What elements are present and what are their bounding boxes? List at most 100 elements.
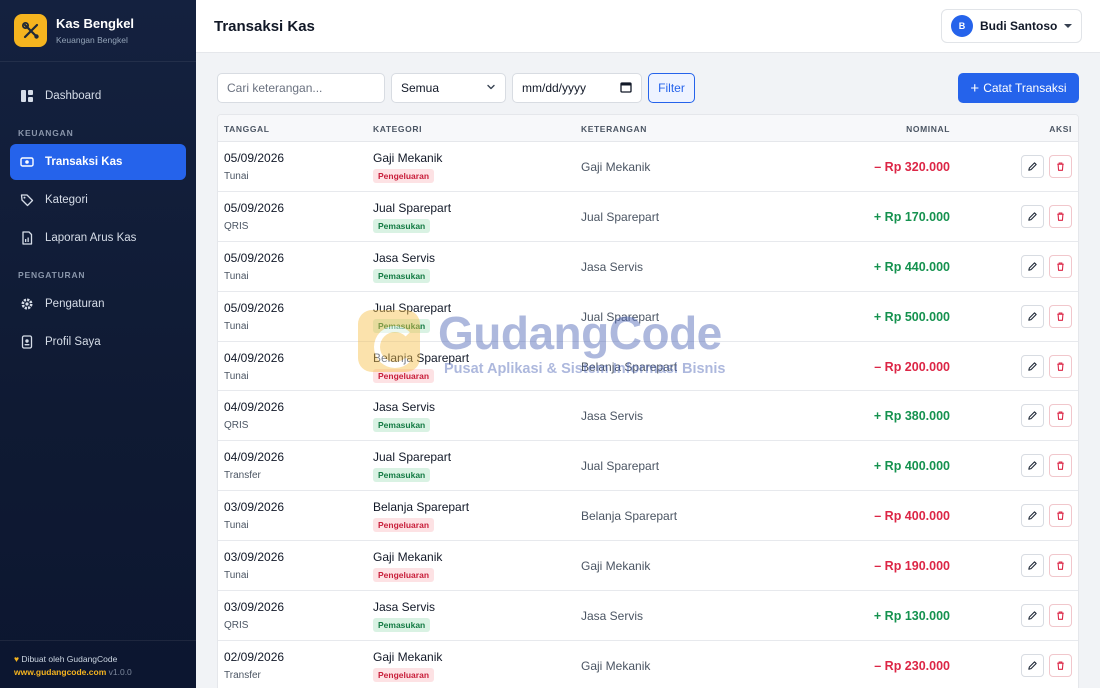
- table-row: 03/09/2026 QRIS Jasa Servis Pemasukan Jasa S…: [218, 591, 1078, 641]
- type-select[interactable]: Semua: [391, 73, 506, 103]
- edit-button[interactable]: [1021, 653, 1044, 677]
- add-transaction-button[interactable]: + Catat Transaksi: [958, 73, 1079, 103]
- pencil-icon: [1028, 561, 1037, 570]
- row-amount: + Rp 380.000: [873, 409, 950, 424]
- search-input[interactable]: [217, 73, 385, 103]
- footer-version: v1.0.0: [108, 667, 132, 677]
- user-menu-button[interactable]: B Budi Santoso: [941, 9, 1082, 43]
- row-category: Jual Sparepart: [373, 200, 452, 215]
- delete-button[interactable]: [1049, 354, 1072, 378]
- table-row: 05/09/2026 Tunai Jual Sparepart Pemasukan Ju…: [218, 292, 1078, 342]
- delete-button[interactable]: [1049, 254, 1072, 278]
- sidebar-item-pengaturan[interactable]: Pengaturan: [10, 286, 186, 322]
- heart-icon: ♥: [14, 654, 20, 664]
- trash-icon: [1057, 511, 1064, 521]
- delete-button[interactable]: [1049, 155, 1072, 178]
- filter-button[interactable]: Filter: [648, 73, 695, 103]
- type-badge: Pengeluaran: [373, 667, 435, 682]
- type-badge: Pengeluaran: [373, 368, 435, 383]
- sidebar-item-profil-saya[interactable]: Profil Saya: [10, 324, 186, 360]
- footer-link[interactable]: www.gudangcode.com: [14, 667, 106, 677]
- delete-button[interactable]: [1049, 554, 1072, 578]
- row-amount: – Rp 190.000: [874, 559, 950, 574]
- edit-button[interactable]: [1021, 604, 1044, 628]
- calendar-icon[interactable]: [620, 81, 632, 96]
- row-description: Jasa Servis: [581, 609, 644, 624]
- sidebar-item-label: Pengaturan: [45, 298, 105, 310]
- edit-button[interactable]: [1021, 504, 1044, 528]
- edit-button[interactable]: [1021, 554, 1044, 578]
- trash-icon: [1057, 611, 1064, 620]
- date-input[interactable]: mm/dd/yyyy: [512, 73, 642, 103]
- pencil-icon: [1028, 511, 1037, 520]
- row-description: Jasa Servis: [581, 409, 644, 424]
- delete-button[interactable]: [1049, 604, 1072, 628]
- row-payment-method: Tunai: [224, 270, 249, 282]
- row-payment-method: QRIS: [224, 620, 249, 632]
- delete-button[interactable]: [1049, 504, 1072, 528]
- row-category: Gaji Mekanik: [373, 151, 443, 165]
- trash-icon: [1057, 661, 1064, 670]
- row-payment-method: Transfer: [224, 470, 261, 482]
- row-date: 05/09/2026: [224, 250, 285, 265]
- row-amount: + Rp 130.000: [873, 609, 950, 624]
- footer-made-by: Dibuat oleh GudangCode: [21, 654, 118, 664]
- wrench-screwdriver-icon: [14, 14, 47, 47]
- edit-button[interactable]: [1021, 354, 1044, 378]
- dashboard-icon: [20, 89, 34, 103]
- row-payment-method: QRIS: [224, 420, 249, 432]
- row-description: Belanja Sparepart: [581, 509, 678, 524]
- delete-button[interactable]: [1049, 454, 1072, 478]
- trash-icon: [1057, 312, 1064, 321]
- table-header: TANGGAL KATEGORI KETERANGAN NOMINAL AKSI: [218, 115, 1078, 142]
- row-payment-method: Tunai: [224, 320, 249, 332]
- brand: Kas Bengkel Keuangan Bengkel: [0, 0, 196, 62]
- trash-icon: [1057, 461, 1064, 471]
- gear-icon: [20, 297, 34, 311]
- row-date: 04/09/2026: [224, 350, 285, 365]
- delete-button[interactable]: [1049, 204, 1072, 228]
- row-category: Jasa Servis: [373, 400, 436, 415]
- sidebar-item-transaksi-kas[interactable]: Transaksi Kas: [10, 144, 186, 180]
- sidebar-item-laporan-arus-kas[interactable]: Laporan Arus Kas: [10, 220, 186, 256]
- report-icon: [20, 231, 34, 245]
- top-header: Transaksi Kas B Budi Santoso: [196, 0, 1100, 53]
- row-description: Jual Sparepart: [581, 459, 660, 474]
- edit-button[interactable]: [1021, 204, 1044, 228]
- row-amount: – Rp 320.000: [874, 160, 950, 174]
- edit-button[interactable]: [1021, 304, 1044, 328]
- pencil-icon: [1028, 212, 1037, 221]
- edit-button[interactable]: [1021, 155, 1044, 178]
- app-title: Kas Bengkel: [56, 16, 135, 31]
- delete-button[interactable]: [1049, 653, 1072, 677]
- sidebar-footer: ♥ Dibuat oleh GudangCode www.gudangcode.…: [0, 640, 196, 688]
- sidebar-item-dashboard[interactable]: Dashboard: [10, 78, 186, 114]
- row-payment-method: Tunai: [224, 370, 249, 382]
- row-payment-method: Tunai: [224, 570, 249, 582]
- sidebar-nav: Dashboard KEUANGAN Transaksi Kas Kategor…: [0, 62, 196, 360]
- trash-icon: [1057, 162, 1064, 171]
- row-amount: – Rp 230.000: [874, 658, 950, 673]
- delete-button[interactable]: [1049, 304, 1072, 328]
- header-amount: NOMINAL: [906, 124, 950, 134]
- type-badge: Pemasukan: [373, 218, 431, 233]
- sidebar-item-label: Transaksi Kas: [45, 156, 123, 168]
- sidebar-item-kategori[interactable]: Kategori: [10, 182, 186, 218]
- filter-bar: Semua mm/dd/yyyy Filter + Catat Transaks…: [217, 73, 1079, 103]
- delete-button[interactable]: [1049, 404, 1072, 428]
- sidebar-item-label: Profil Saya: [45, 336, 101, 348]
- edit-button[interactable]: [1021, 454, 1044, 478]
- row-description: Belanja Sparepart: [581, 359, 678, 374]
- row-date: 03/09/2026: [224, 500, 285, 515]
- add-transaction-label: Catat Transaksi: [983, 81, 1067, 95]
- type-badge: Pengeluaran: [373, 169, 435, 183]
- row-category: Jual Sparepart: [373, 450, 452, 465]
- edit-button[interactable]: [1021, 404, 1044, 428]
- pencil-icon: [1028, 162, 1037, 171]
- app-subtitle: Keuangan Bengkel: [56, 35, 128, 45]
- table-row: 05/09/2026 Tunai Jasa Servis Pemasukan Jasa …: [218, 242, 1078, 292]
- type-badge: Pemasukan: [373, 618, 431, 633]
- edit-button[interactable]: [1021, 254, 1044, 278]
- row-payment-method: Tunai: [224, 171, 249, 182]
- sidebar-item-label: Laporan Arus Kas: [45, 232, 137, 244]
